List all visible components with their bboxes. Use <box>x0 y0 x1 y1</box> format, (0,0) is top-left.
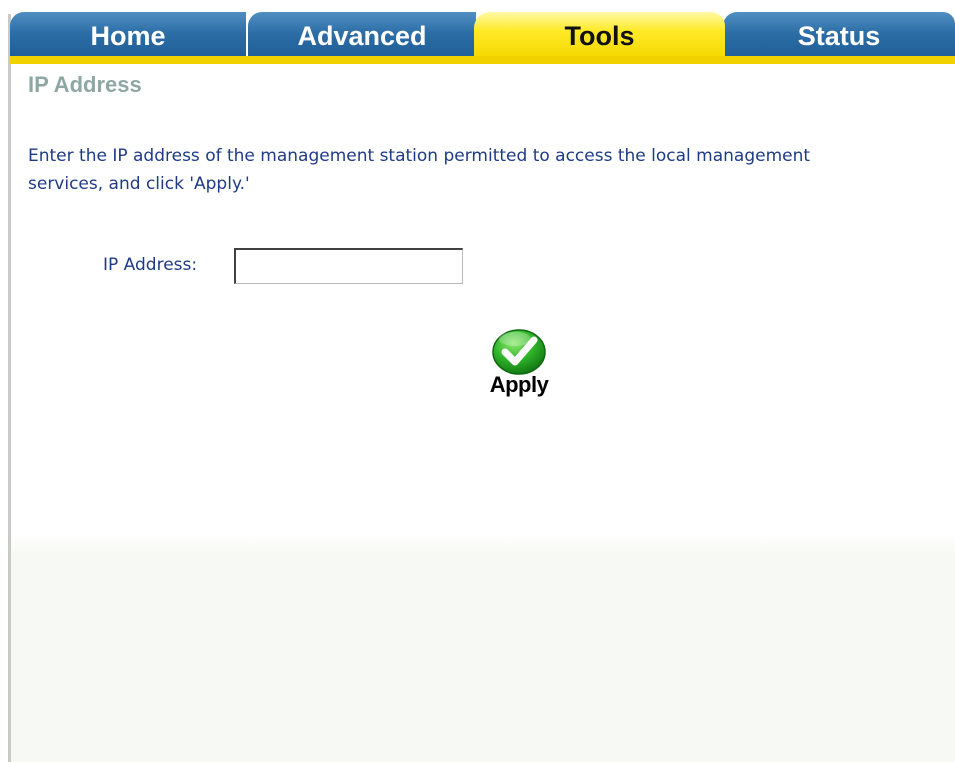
checkmark-circle-icon <box>492 329 546 375</box>
apply-button[interactable]: Apply <box>484 327 554 399</box>
page-title: IP Address <box>28 72 142 97</box>
tab-advanced[interactable]: Advanced <box>248 12 476 58</box>
ip-address-label: IP Address: <box>103 255 198 275</box>
active-tab-underline <box>10 56 955 64</box>
tab-status-label: Status <box>797 20 881 51</box>
top-tab-bar: Home Advanced Status Tools <box>10 12 955 58</box>
instructions-text: Enter the IP address of the management s… <box>28 146 811 194</box>
tab-home[interactable]: Home <box>10 12 246 58</box>
tab-status[interactable]: Status <box>723 12 955 58</box>
ip-address-input[interactable] <box>234 248 463 284</box>
tab-home-label: Home <box>90 20 166 51</box>
router-admin-page: Home Advanced Status Tools IP Address En… <box>0 0 955 762</box>
tab-tools[interactable]: Tools <box>474 12 725 58</box>
tab-tools-label: Tools <box>564 20 635 51</box>
apply-label: Apply <box>489 372 549 397</box>
tab-advanced-label: Advanced <box>297 20 427 51</box>
